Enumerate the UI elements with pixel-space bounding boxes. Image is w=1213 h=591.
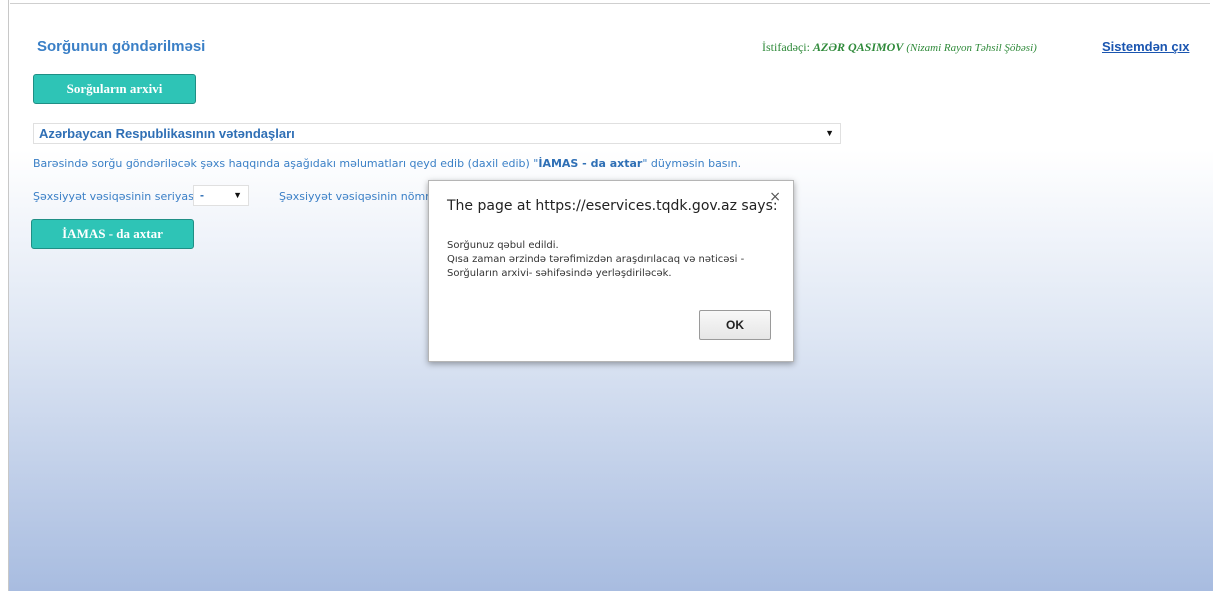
chevron-down-icon: ▼	[825, 128, 834, 138]
instruction-button-ref: İAMAS - da axtar	[538, 157, 643, 170]
instruction-post: " düyməsin basın.	[642, 157, 742, 170]
user-info: İstifadəçi: AZƏR QASIMOV (Nizami Rayon T…	[762, 40, 1037, 55]
dialog-title: The page at https://eservices.tqdk.gov.a…	[447, 198, 778, 214]
chevron-down-icon: ▼	[233, 190, 242, 200]
dialog-message-line: Sorğuların arxivi- səhifəsində yerləşdir…	[447, 268, 672, 279]
ok-button[interactable]: OK	[699, 310, 771, 340]
alert-dialog: The page at https://eservices.tqdk.gov.a…	[428, 180, 794, 362]
logout-link[interactable]: Sistemdən çıx	[1102, 39, 1189, 54]
iamas-search-button[interactable]: İAMAS - da axtar	[31, 219, 194, 249]
citizenship-select[interactable]: Azərbaycan Respublikasının vətəndaşları …	[33, 123, 841, 144]
dialog-message-line: Qısa zaman ərzində tərəfimizdən araşdırı…	[447, 254, 745, 265]
page-title: Sorğunun göndərilməsi	[37, 38, 206, 55]
user-name: AZƏR QASIMOV	[812, 40, 904, 54]
close-icon[interactable]: ×	[769, 189, 781, 205]
dialog-message: Sorğunuz qəbul edildi. Qısa zaman ərzind…	[447, 239, 744, 281]
number-label: Şəxsiyyət vəsiqəsinin nömrəsi	[279, 190, 429, 203]
instruction-text: Barəsində sorğu göndəriləcək şəxs haqqın…	[33, 157, 741, 170]
series-selected-value: -	[200, 188, 204, 202]
dialog-message-line: Sorğunuz qəbul edildi.	[447, 240, 559, 251]
top-divider	[10, 3, 1210, 4]
citizenship-selected-value: Azərbaycan Respublikasının vətəndaşları	[39, 126, 295, 141]
series-label: Şəxsiyyət vəsiqəsinin seriyası	[33, 190, 197, 203]
user-department: (Nizami Rayon Təhsil Şöbəsi)	[906, 42, 1037, 54]
user-prefix: İstifadəçi:	[762, 40, 810, 54]
archive-button[interactable]: Sorğuların arxivi	[33, 74, 196, 104]
instruction-pre: Barəsində sorğu göndəriləcək şəxs haqqın…	[33, 157, 539, 170]
series-select[interactable]: - ▼	[193, 185, 249, 206]
